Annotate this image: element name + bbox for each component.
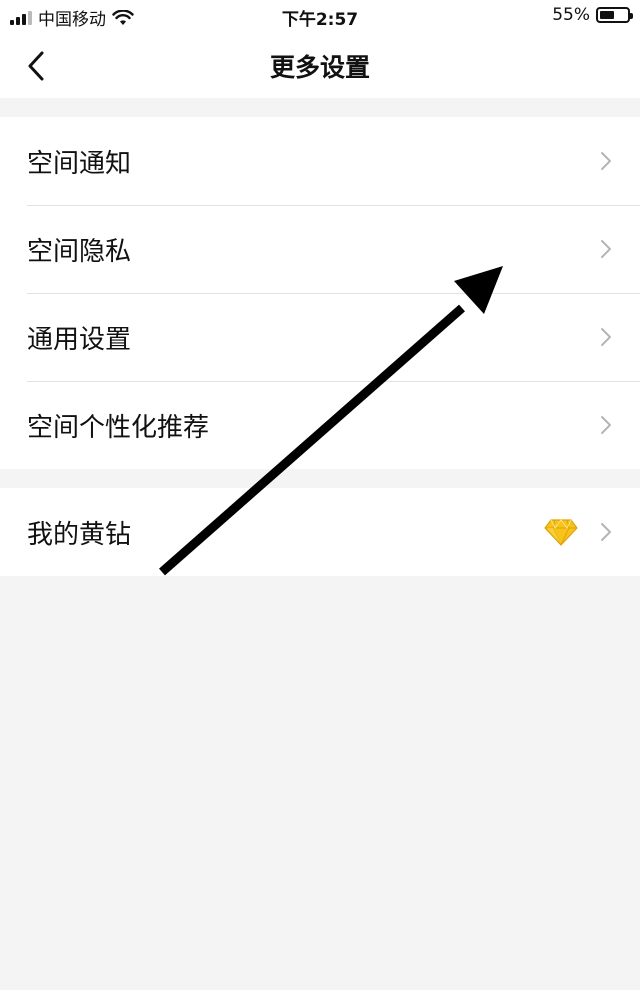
settings-item-label: 空间通知 [27, 148, 132, 179]
settings-item-label: 通用设置 [27, 324, 132, 355]
settings-item-label: 空间个性化推荐 [27, 412, 210, 443]
settings-item-personalized-recommendation[interactable]: 空间个性化推荐 [0, 381, 640, 469]
battery-icon [596, 7, 633, 23]
navigation-bar: 更多设置 [0, 32, 640, 98]
settings-item-label: 空间隐私 [27, 236, 132, 267]
status-time: 下午2:57 [281, 10, 359, 30]
status-bar: 中国移动 下午2:57 55% [0, 0, 640, 32]
battery-fill [600, 11, 615, 19]
chevron-right-icon [601, 240, 611, 258]
settings-item-yellow-diamond[interactable]: 我的黄钻 [0, 488, 640, 576]
settings-item-space-privacy[interactable]: 空间隐私 [0, 205, 640, 293]
chevron-right-icon [601, 523, 611, 541]
status-right: 55% [552, 5, 633, 25]
settings-item-general-settings[interactable]: 通用设置 [0, 293, 640, 381]
chevron-right-icon [601, 416, 611, 434]
settings-group: 空间通知 空间隐私 通用设置 空间个性化推荐 [0, 117, 640, 469]
settings-group: 我的黄钻 [0, 488, 640, 576]
battery-percent: 55% [552, 5, 590, 25]
chevron-right-icon [601, 152, 611, 170]
settings-item-label: 我的黄钻 [27, 519, 132, 550]
yellow-diamond-icon [544, 519, 578, 546]
page-title: 更多设置 [269, 53, 370, 82]
settings-item-space-notification[interactable]: 空间通知 [0, 117, 640, 205]
chevron-right-icon [601, 328, 611, 346]
